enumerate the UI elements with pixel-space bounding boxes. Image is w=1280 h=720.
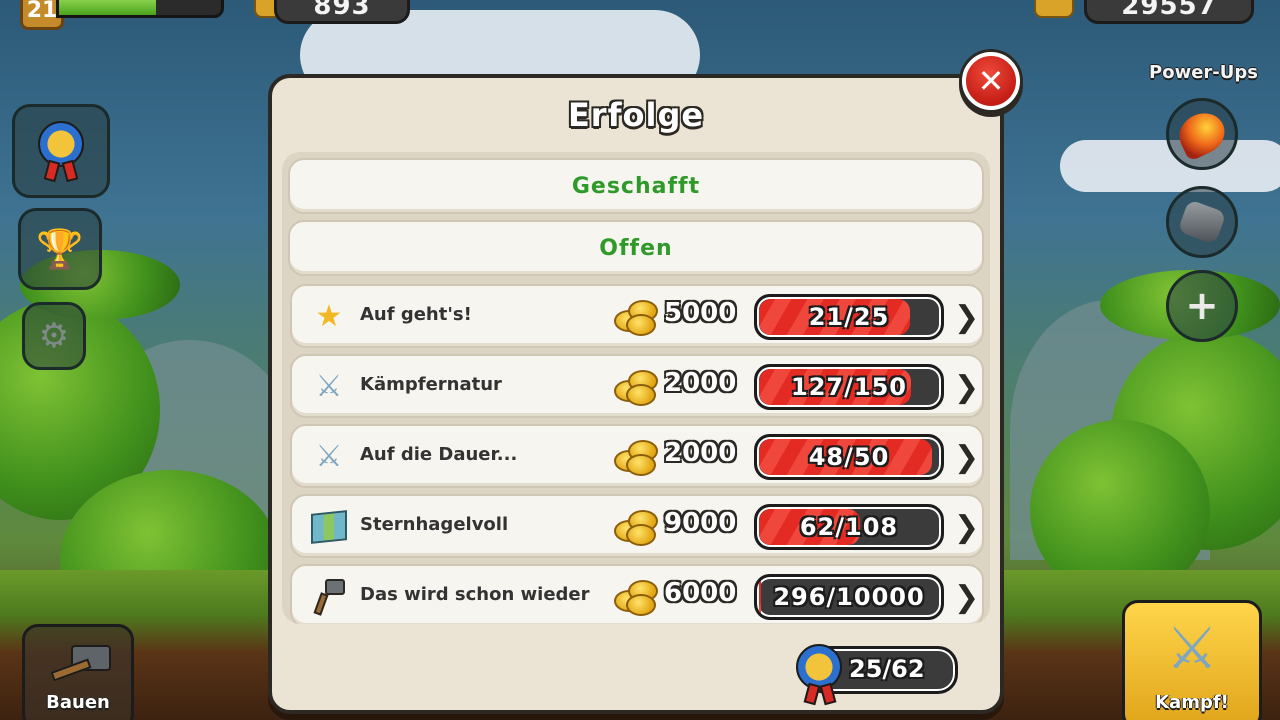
medal-ribbon [819, 682, 837, 706]
plus-icon: + [1185, 283, 1219, 329]
achievement-title: Kämpfernatur [360, 374, 502, 395]
chevron-right-icon[interactable]: ❯ [954, 580, 979, 615]
rock-drop-icon [1177, 199, 1227, 245]
achievement-reward: 5000 [664, 298, 737, 328]
powerups-label: Power-Ups [1149, 62, 1258, 83]
chevron-right-icon[interactable]: ❯ [954, 300, 979, 335]
xp-bar [56, 0, 224, 18]
build-button[interactable]: Bauen [22, 624, 134, 720]
achievement-row[interactable]: Das wird schon wieder 6000 296/10000 ❯ [290, 564, 984, 624]
achievements-dialog: Erfolge Geschafft Offen ★ Auf geht's! 50… [268, 74, 1004, 714]
achievements-button[interactable] [12, 104, 110, 198]
fight-button[interactable]: ⚔ Kampf! [1122, 600, 1262, 720]
powerup-add-button[interactable]: + [1166, 270, 1238, 342]
powerup-rock-button[interactable] [1166, 186, 1238, 258]
dialog-title: Erfolge [567, 96, 705, 134]
achievement-title: Sternhagelvoll [360, 514, 509, 535]
achievement-row[interactable]: ★ Auf geht's! 5000 21/25 ❯ [290, 284, 984, 348]
star-icon: ★ [315, 299, 343, 334]
gear-icon: ⚙ [38, 316, 70, 356]
crossed-swords-icon: ⚔ [315, 369, 343, 404]
achievement-row[interactable]: Sternhagelvoll 9000 62/108 ❯ [290, 494, 984, 558]
hammer-icon [310, 578, 348, 616]
achievement-title: Das wird schon wieder [360, 584, 590, 605]
achievement-title: Auf die Dauer... [360, 444, 518, 465]
coins-icon [614, 508, 660, 546]
achievement-reward: 9000 [664, 508, 737, 538]
powerup-meteor-button[interactable] [1166, 98, 1238, 170]
tab-completed-label: Geschafft [571, 173, 701, 199]
level-value: 21 [26, 0, 58, 23]
achievement-row[interactable]: ⚔ Kämpfernatur 2000 127/150 ❯ [290, 354, 984, 418]
trophy-icon: 🏆 [36, 227, 84, 271]
achievement-title: Auf geht's! [360, 304, 472, 325]
xp-bar-fill [59, 0, 157, 15]
total-medal-icon [796, 644, 846, 708]
progress-text: 296/10000 [773, 583, 925, 611]
coins-icon [614, 578, 660, 616]
medal-icon [38, 121, 84, 183]
gold-counter: 29557 [1084, 0, 1254, 24]
chevron-right-icon[interactable]: ❯ [954, 510, 979, 545]
coins-icon [614, 298, 660, 336]
progress-text: 21/25 [808, 303, 890, 331]
achievement-progress-bar: 127/150 [754, 364, 944, 410]
chevron-right-icon[interactable]: ❯ [954, 370, 979, 405]
gold-coins-icon [1034, 0, 1074, 18]
medal-disc [38, 121, 84, 167]
tab-open-label: Offen [599, 235, 673, 261]
tab-open[interactable]: Offen [288, 220, 984, 276]
gems-counter: 893 [274, 0, 410, 24]
medal-ribbon [43, 159, 61, 183]
achievement-reward: 6000 [664, 578, 737, 608]
medal-ribbon [61, 159, 79, 183]
tab-completed[interactable]: Geschafft [288, 158, 984, 214]
achievement-progress-bar: 21/25 [754, 294, 944, 340]
chevron-right-icon[interactable]: ❯ [954, 440, 979, 475]
coins-icon [614, 438, 660, 476]
achievement-progress-bar: 296/10000 [754, 574, 944, 620]
trophy-button[interactable]: 🏆 [18, 208, 102, 290]
progress-text: 62/108 [799, 513, 899, 541]
achievement-progress-bar: 62/108 [754, 504, 944, 550]
progress-text: 127/150 [791, 373, 907, 401]
gold-value: 29557 [1121, 0, 1217, 21]
progress-text: 48/50 [808, 443, 890, 471]
achievement-progress-bar: 48/50 [754, 434, 944, 480]
meteor-icon [1172, 106, 1232, 162]
total-achievements-count: 25/62 [849, 655, 925, 683]
build-label: Bauen [46, 692, 110, 713]
coins-icon [614, 368, 660, 406]
map-icon [310, 508, 348, 546]
medal-disc [796, 644, 842, 690]
settings-button[interactable]: ⚙ [22, 302, 86, 370]
achievement-reward: 2000 [664, 368, 737, 398]
achievements-list[interactable]: Geschafft Offen ★ Auf geht's! 5000 21/25… [282, 152, 990, 624]
crossed-swords-icon: ⚔ [1166, 614, 1218, 682]
achievement-reward: 2000 [664, 438, 737, 468]
build-hammer-icon [50, 645, 115, 685]
fight-label: Kampf! [1155, 692, 1229, 713]
achievement-row[interactable]: ⚔ Auf die Dauer... 2000 48/50 ❯ [290, 424, 984, 488]
crossed-swords-icon: ⚔ [315, 439, 343, 474]
gems-value: 893 [313, 0, 371, 21]
close-button[interactable]: ✕ [962, 52, 1020, 110]
close-icon: ✕ [977, 62, 1005, 100]
